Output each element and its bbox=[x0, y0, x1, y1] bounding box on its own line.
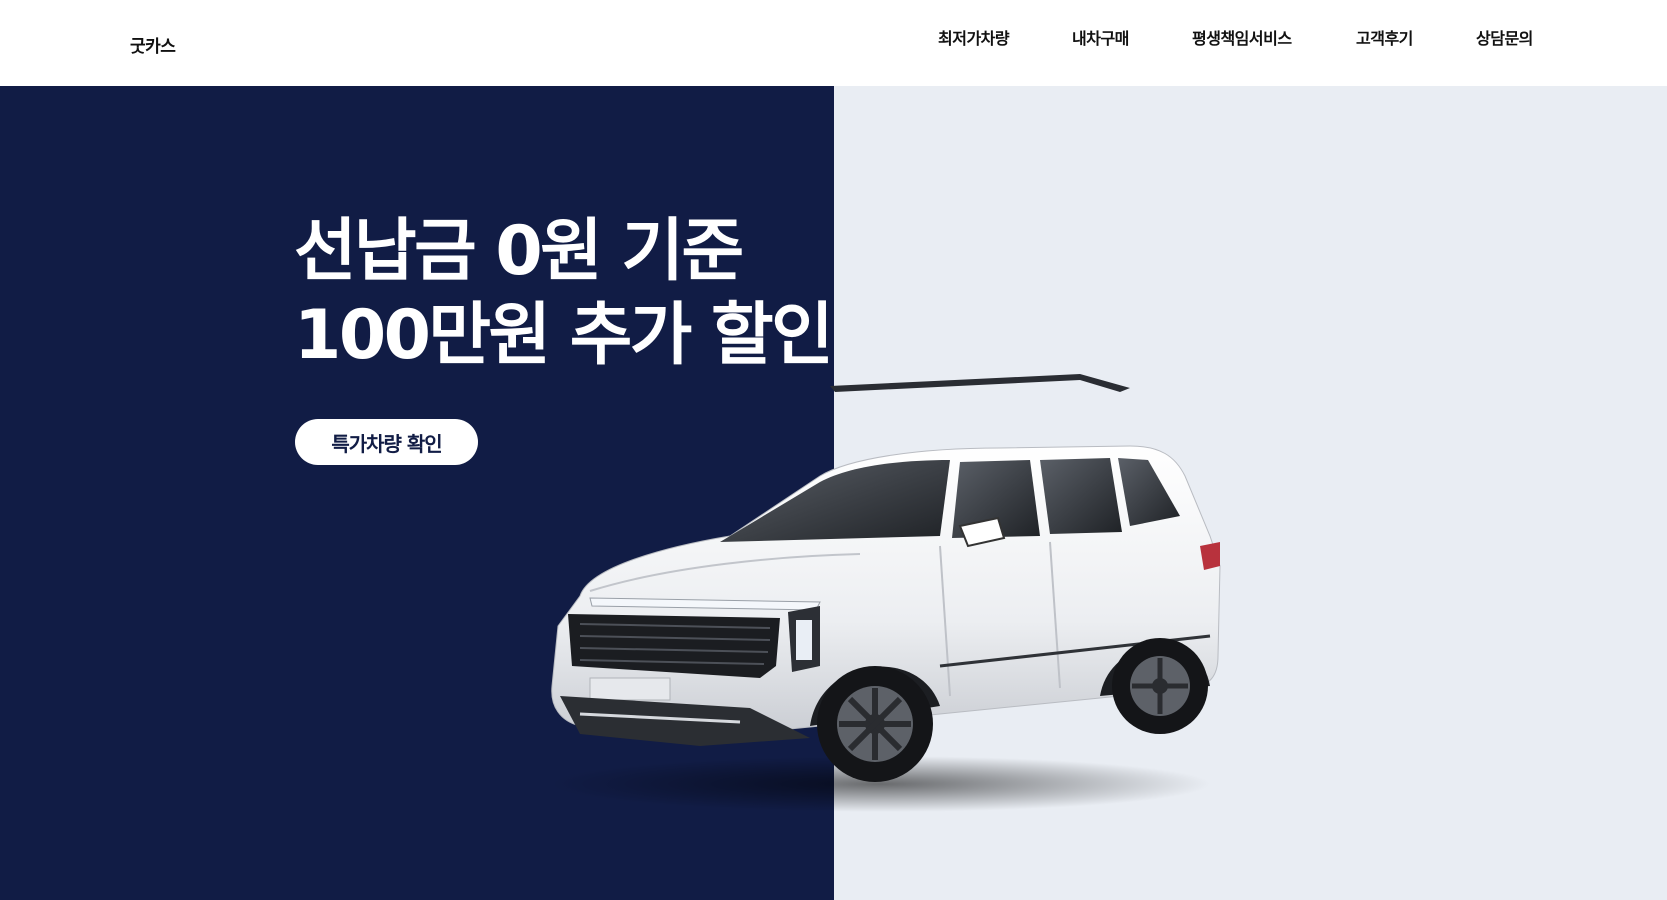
nav-item-lifetime-service[interactable]: 평생책임서비스 bbox=[1192, 25, 1292, 49]
headline-line-1: 선납금 0원 기준 bbox=[294, 212, 744, 291]
hero-banner: 선납금 0원 기준 100만원 추가 할인 특가차량 확인 bbox=[0, 86, 1667, 900]
nav-item-reviews[interactable]: 고객후기 bbox=[1356, 25, 1413, 49]
special-offer-button[interactable]: 특가차량 확인 bbox=[295, 419, 478, 465]
main-nav: 최저가차량 내차구매 평생책임서비스 고객후기 상담문의 bbox=[0, 25, 1667, 49]
site-header: 굿카스 최저가차량 내차구매 평생책임서비스 고객후기 상담문의 bbox=[0, 0, 1667, 86]
nav-item-lowest-price[interactable]: 최저가차량 bbox=[938, 25, 1010, 49]
hero-headline: 선납금 0원 기준 100만원 추가 할인 bbox=[294, 210, 834, 378]
nav-item-consultation[interactable]: 상담문의 bbox=[1476, 25, 1533, 49]
minivan-image bbox=[550, 374, 1221, 812]
nav-item-buy-my-car[interactable]: 내차구매 bbox=[1072, 25, 1129, 49]
